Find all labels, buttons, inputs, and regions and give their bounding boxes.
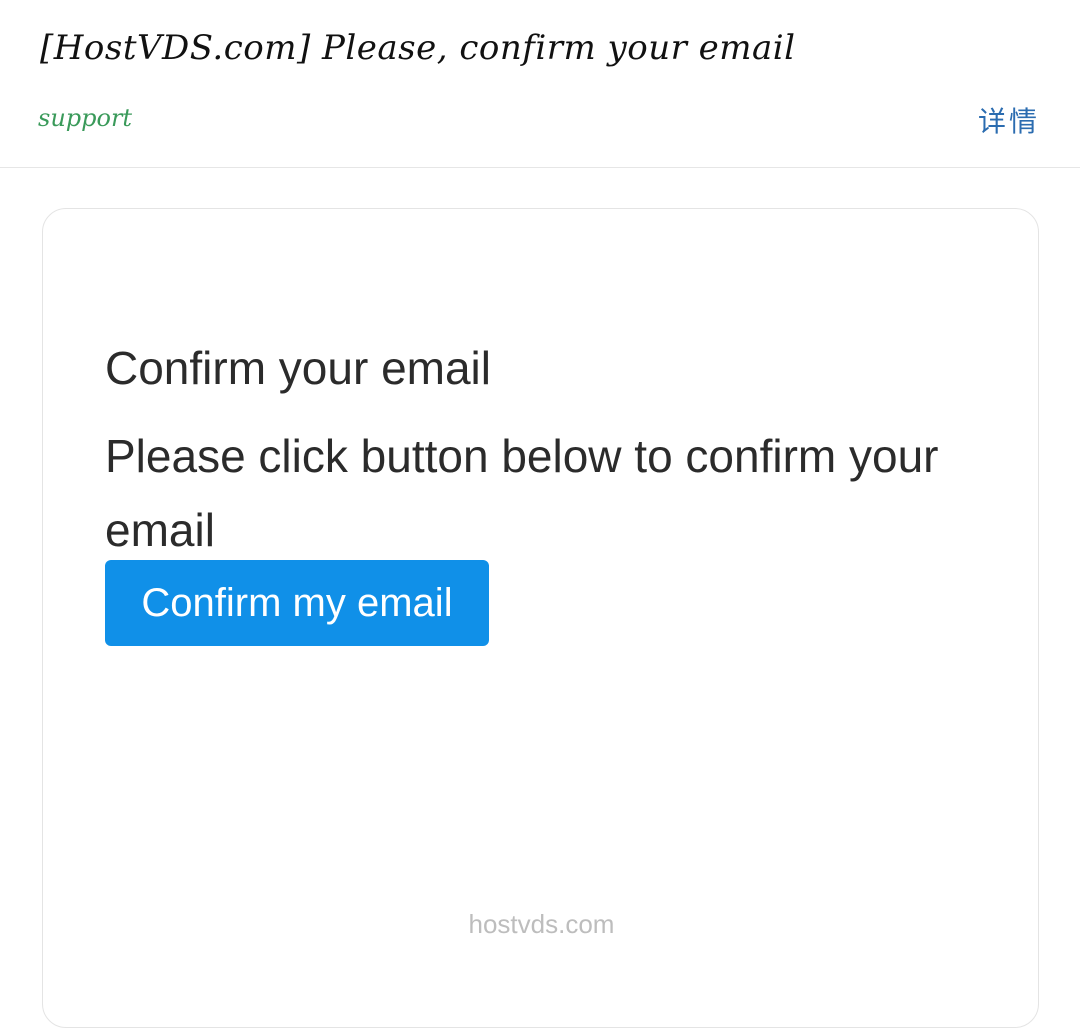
footer-domain-link[interactable]: hostvds.com bbox=[43, 909, 1040, 940]
sender-name[interactable]: support bbox=[38, 104, 132, 132]
email-body-text: Please click button below to confirm you… bbox=[105, 430, 939, 556]
email-header: [HostVDS.com] Please, confirm your email… bbox=[0, 0, 1080, 168]
email-heading: Confirm your email bbox=[105, 342, 491, 394]
confirm-email-button[interactable]: Confirm my email bbox=[105, 560, 489, 646]
email-subject: [HostVDS.com] Please, confirm your email bbox=[40, 28, 796, 68]
details-link[interactable]: 详情 bbox=[978, 100, 1040, 140]
email-content-card: Confirm your email Please click button b… bbox=[42, 208, 1039, 1028]
